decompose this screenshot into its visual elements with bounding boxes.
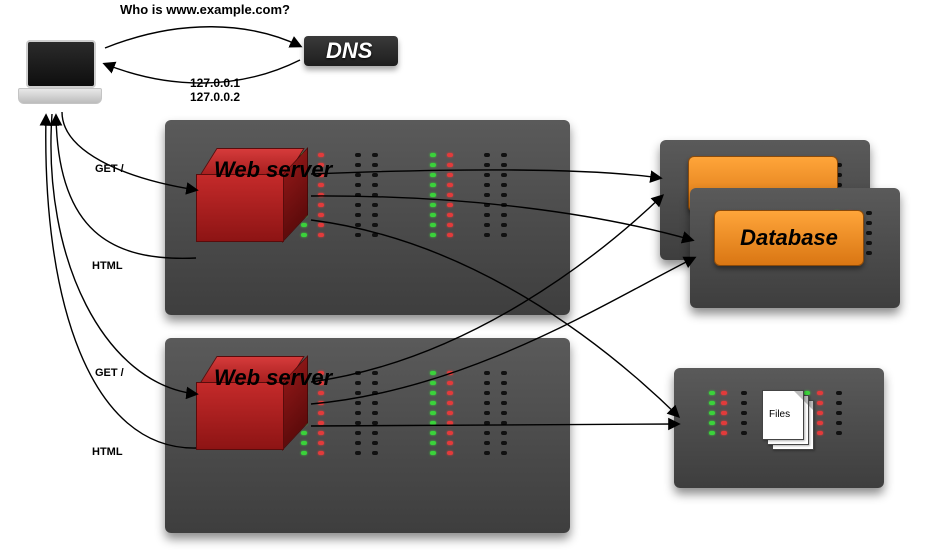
response-label-2: HTML	[92, 446, 123, 458]
files-icon: Files	[762, 390, 812, 448]
arrow-client-to-dns	[105, 27, 300, 48]
web-server-cube-2	[196, 356, 306, 451]
diagram-canvas: Who is www.example.com? 127.0.0.1 127.0.…	[0, 0, 925, 555]
database-box-2: Database	[714, 210, 864, 266]
response-label-1: HTML	[92, 260, 123, 272]
database-label: Database	[715, 225, 863, 251]
dns-response-label: 127.0.0.1 127.0.0.2	[190, 76, 240, 104]
request-label-2: GET /	[95, 367, 124, 379]
dns-label: DNS	[326, 38, 372, 64]
web-server-cube-1	[196, 148, 306, 243]
request-label-1: GET /	[95, 163, 124, 175]
client-laptop-icon	[18, 40, 100, 110]
dns-query-label: Who is www.example.com?	[120, 2, 290, 17]
files-label: Files	[769, 409, 790, 420]
